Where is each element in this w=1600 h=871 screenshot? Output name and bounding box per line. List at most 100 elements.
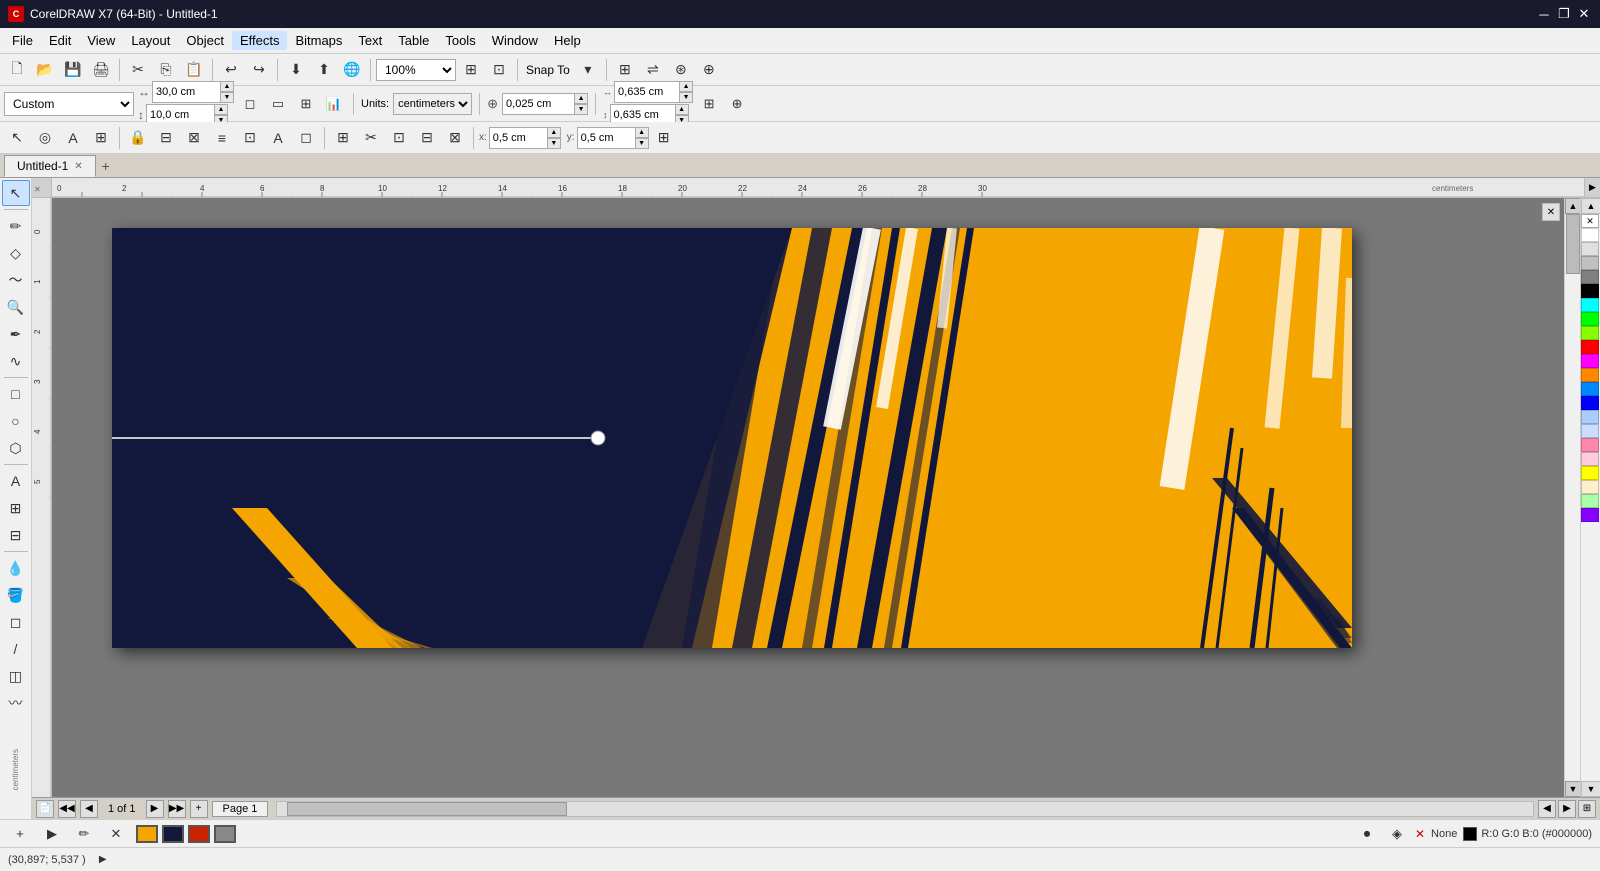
menu-effects[interactable]: Effects (232, 31, 288, 50)
obj-d1-btn[interactable]: ⊟ (414, 126, 440, 150)
status-record-btn[interactable]: ⏺ (1355, 822, 1379, 846)
landscape-btn[interactable]: ▭ (266, 92, 290, 116)
bottom-navy-swatch[interactable] (162, 825, 184, 843)
zoom-fit-page-btn[interactable]: ⊞ (1578, 800, 1596, 818)
export-button[interactable]: ⬆ (311, 58, 337, 82)
obj-select-btn[interactable]: ↖ (4, 126, 30, 150)
tab-add-button[interactable]: + (96, 155, 116, 177)
menu-bitmaps[interactable]: Bitmaps (287, 31, 350, 50)
zoom-tool-btn[interactable]: 🔍 (2, 294, 30, 320)
obj-front-btn[interactable]: ⊡ (237, 126, 263, 150)
page-1-tab[interactable]: Page 1 (212, 801, 269, 817)
undo-button[interactable]: ↩ (218, 58, 244, 82)
snap-dropdown-button[interactable]: ▾ (575, 58, 601, 82)
red-swatch[interactable] (1581, 340, 1599, 354)
ruler-scroll-right[interactable]: ▶ (1584, 178, 1600, 198)
curve-tool-btn[interactable]: ∿ (2, 348, 30, 374)
obj-convert-btn[interactable]: ◻ (293, 126, 319, 150)
eraser-tool-btn[interactable]: ◫ (2, 663, 30, 689)
scroll-thumb[interactable] (1566, 214, 1580, 274)
page-preset-select[interactable]: Custom (4, 92, 134, 116)
freehand-bottom-btn[interactable]: ✏ (72, 822, 96, 846)
status-expand-btn[interactable]: ▶ (94, 851, 112, 869)
obj-group2-btn[interactable]: ⊠ (181, 126, 207, 150)
close-button[interactable]: ✕ (1576, 6, 1592, 22)
blue-swatch[interactable] (1581, 396, 1599, 410)
blue-bright-swatch[interactable] (1581, 382, 1599, 396)
bottom-gray-swatch[interactable] (214, 825, 236, 843)
x-down[interactable]: ▼ (547, 138, 561, 149)
y-down[interactable]: ▼ (635, 138, 649, 149)
white-swatch[interactable] (1581, 228, 1599, 242)
height-up-btn[interactable]: ▲ (214, 104, 228, 115)
lightorange-swatch[interactable] (1581, 480, 1599, 494)
scroll-left-end-btn[interactable]: ◀ (1538, 800, 1556, 818)
menu-help[interactable]: Help (546, 31, 589, 50)
cut-button[interactable]: ✂ (125, 58, 151, 82)
scroll-right-end-btn[interactable]: ▶ (1558, 800, 1576, 818)
obj-d2-btn[interactable]: ⊠ (442, 126, 468, 150)
redo-button[interactable]: ↪ (246, 58, 272, 82)
tab-close-icon[interactable]: ✕ (74, 161, 82, 172)
nudge-up-btn[interactable]: ▲ (574, 93, 588, 104)
edit-guides-btn[interactable]: ⊞ (697, 92, 721, 116)
horizontal-scrollbar[interactable] (276, 801, 1534, 817)
bottom-red-swatch[interactable] (188, 825, 210, 843)
lightpink-swatch[interactable] (1581, 452, 1599, 466)
dup1-down[interactable]: ▼ (679, 92, 693, 103)
lightgreen-swatch[interactable] (1581, 494, 1599, 508)
lighterblue-swatch[interactable] (1581, 424, 1599, 438)
black-swatch[interactable] (1581, 284, 1599, 298)
new-button[interactable]: 🗋 (4, 58, 30, 82)
page-doc-btn[interactable]: 📄 (36, 800, 54, 818)
menu-view[interactable]: View (79, 31, 123, 50)
dup1-up[interactable]: ▲ (679, 81, 693, 92)
orange-swatch[interactable] (1581, 368, 1599, 382)
no-fill-swatch[interactable]: ✕ (1581, 214, 1599, 228)
play-btn[interactable]: ▶ (40, 822, 64, 846)
dup-nudge1-input[interactable] (614, 81, 679, 103)
obj-align-btn[interactable]: ≡ (209, 126, 235, 150)
canvas-close-btn[interactable]: ✕ (1542, 203, 1560, 221)
x-input[interactable] (489, 127, 547, 149)
obj-lock-btn[interactable]: 🔒 (125, 126, 151, 150)
page-next-btn[interactable]: ▶ (146, 800, 164, 818)
palette-scroll-up-btn[interactable]: ▲ (1581, 198, 1600, 214)
options-button[interactable]: ⊛ (668, 58, 694, 82)
tab-untitled1[interactable]: Untitled-1 ✕ (4, 155, 96, 177)
zoom-fit-button[interactable]: ⊡ (486, 58, 512, 82)
fill-tool-btn[interactable]: 🪣 (2, 582, 30, 608)
scroll-down-btn[interactable]: ▼ (1565, 781, 1581, 797)
text-tool-btn[interactable]: A (2, 468, 30, 494)
pen-tool-btn[interactable]: ✒ (2, 321, 30, 347)
copy-button[interactable]: ⎘ (153, 58, 179, 82)
nudge-input[interactable] (502, 93, 574, 115)
print-button[interactable]: 🖨 (88, 58, 114, 82)
smear-tool-btn[interactable]: 〜 (2, 267, 30, 293)
freehand-tool-btn[interactable]: ✏ (2, 213, 30, 239)
page-prev-btn[interactable]: ◀ (80, 800, 98, 818)
obj-snap-btn[interactable]: ⊞ (88, 126, 114, 150)
menu-tools[interactable]: Tools (437, 31, 483, 50)
import-button[interactable]: ⬇ (283, 58, 309, 82)
magenta-swatch[interactable] (1581, 354, 1599, 368)
units-select[interactable]: centimeters inches pixels millimeters (393, 93, 472, 115)
dup2-up[interactable]: ▲ (675, 104, 689, 115)
h-scroll-thumb[interactable] (287, 802, 567, 816)
add-page-btn[interactable]: ⊕ (725, 92, 749, 116)
y-input[interactable] (577, 127, 635, 149)
restore-button[interactable]: ❐ (1556, 6, 1572, 22)
align-button[interactable]: ⇌ (640, 58, 666, 82)
view-toggle[interactable]: ⊞ (612, 58, 638, 82)
publish-button[interactable]: 🌐 (339, 58, 365, 82)
ellipse-tool-btn[interactable]: ○ (2, 408, 30, 434)
obj-pick-btn[interactable]: ◎ (32, 126, 58, 150)
obj-back-btn[interactable]: A (265, 126, 291, 150)
width-up-btn[interactable]: ▲ (220, 81, 234, 92)
x-up[interactable]: ▲ (547, 127, 561, 138)
page-scale-btn[interactable]: ⊞ (294, 92, 318, 116)
menu-table[interactable]: Table (390, 31, 437, 50)
title-bar-controls[interactable]: ─ ❐ ✕ (1536, 6, 1592, 22)
cyan-bright-swatch[interactable] (1581, 298, 1599, 312)
scroll-up-btn[interactable]: ▲ (1565, 198, 1581, 214)
